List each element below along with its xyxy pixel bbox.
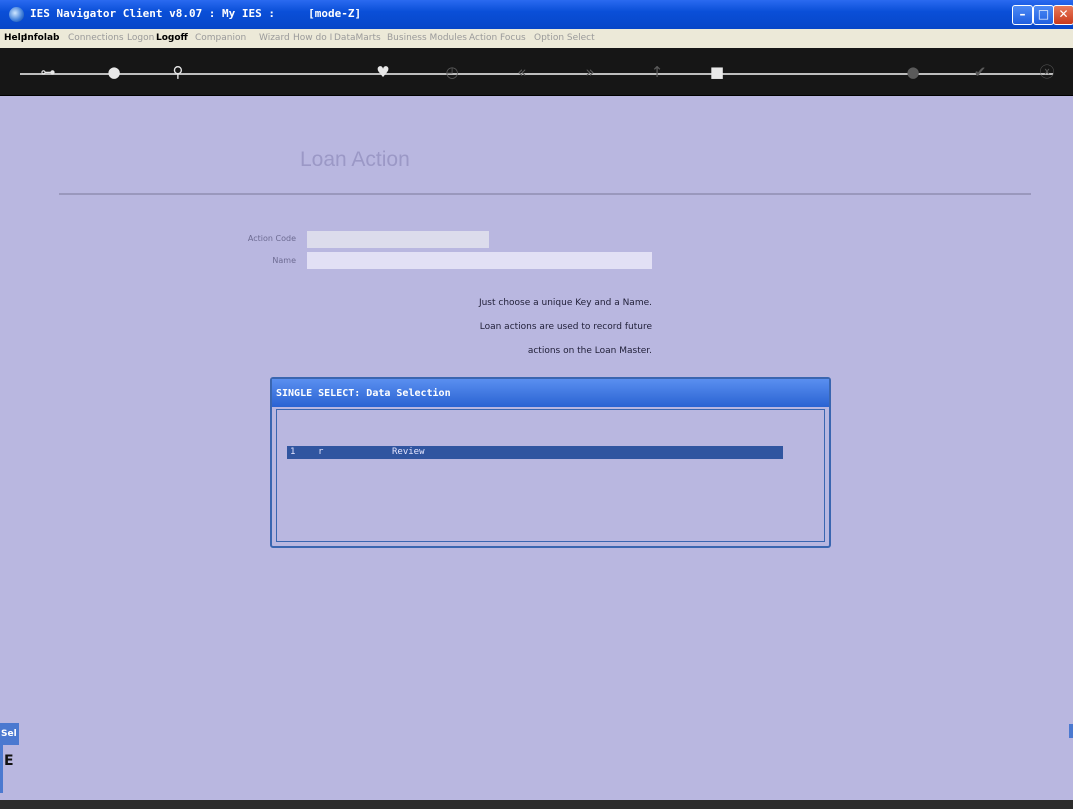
help-text-line-3: actions on the Loan Master. xyxy=(527,346,652,356)
check-icon[interactable]: ✔ xyxy=(970,62,990,82)
bottom-bar xyxy=(0,800,1073,809)
row-description: Review xyxy=(392,447,425,457)
page-title: Loan Action xyxy=(300,148,410,171)
app-logo-icon xyxy=(9,7,24,22)
side-widget-edge xyxy=(0,745,3,793)
title-bar: IES Navigator Client v8.07 : My IES : [m… xyxy=(0,0,1073,29)
key-icon[interactable]: ⊶ xyxy=(34,62,62,82)
help-text-line-2: Loan actions are used to record future xyxy=(479,322,652,332)
name-label: Name xyxy=(272,256,296,265)
print-icon[interactable]: ● xyxy=(903,62,923,82)
search-icon[interactable]: ⚲ xyxy=(168,62,188,82)
close-icon[interactable]: ⓧ xyxy=(1037,62,1057,82)
action-code-label: Action Code xyxy=(247,234,296,243)
fast-forward-icon[interactable]: » xyxy=(580,62,600,82)
right-edge-marker xyxy=(1069,724,1073,738)
menu-wizard[interactable]: Wizard xyxy=(259,33,290,43)
menu-datamarts[interactable]: DataMarts xyxy=(334,33,381,43)
rewind-icon[interactable]: « xyxy=(512,62,532,82)
help-icon[interactable]: ● xyxy=(104,62,124,82)
up-icon[interactable]: ↑ xyxy=(647,62,667,82)
help-text-line-1: Just choose a unique Key and a Name. xyxy=(478,298,652,308)
divider xyxy=(59,193,1031,195)
window-title: IES Navigator Client v8.07 : My IES : [m… xyxy=(30,7,362,20)
side-widget[interactable]: Sel E xyxy=(0,723,34,795)
row-code: r xyxy=(318,447,324,457)
menu-bar: Help Infolab Connections Logon Logoff Co… xyxy=(0,29,1073,48)
close-button[interactable]: ✕ xyxy=(1053,5,1073,25)
menu-connections[interactable]: Connections xyxy=(68,33,124,43)
menu-logon[interactable]: Logon xyxy=(127,33,154,43)
menu-business-modules[interactable]: Business Modules xyxy=(387,33,467,43)
minimize-button[interactable]: – xyxy=(1012,5,1033,25)
dialog-title: SINGLE SELECT: Data Selection xyxy=(276,388,451,399)
menu-companion[interactable]: Companion xyxy=(195,33,246,43)
selection-list: 1 r Review xyxy=(276,409,825,542)
dialog-title-bar: SINGLE SELECT: Data Selection xyxy=(272,379,829,407)
list-item[interactable]: 1 r Review xyxy=(287,446,783,459)
menu-infolab[interactable]: Infolab xyxy=(24,33,59,43)
clock-icon[interactable]: ◴ xyxy=(442,62,462,82)
name-field[interactable] xyxy=(307,252,652,269)
menu-action-focus[interactable]: Action Focus xyxy=(469,33,526,43)
menu-how-do-i[interactable]: How do I xyxy=(293,33,332,43)
toolbar: ⊶ ● ⚲ ♥ ◴ « » ↑ ■ ● ✔ ⓧ xyxy=(0,48,1073,96)
row-number: 1 xyxy=(290,447,296,457)
menu-logoff[interactable]: Logoff xyxy=(156,33,188,43)
side-widget-char: E xyxy=(4,753,14,769)
stop-icon[interactable]: ■ xyxy=(707,62,727,82)
side-widget-tab[interactable]: Sel xyxy=(0,723,19,745)
heart-icon[interactable]: ♥ xyxy=(373,62,393,82)
data-selection-dialog: SINGLE SELECT: Data Selection 1 r Review xyxy=(270,377,831,548)
menu-option-select[interactable]: Option Select xyxy=(534,33,595,43)
maximize-button[interactable]: □ xyxy=(1033,5,1054,25)
action-code-field[interactable] xyxy=(307,231,489,248)
